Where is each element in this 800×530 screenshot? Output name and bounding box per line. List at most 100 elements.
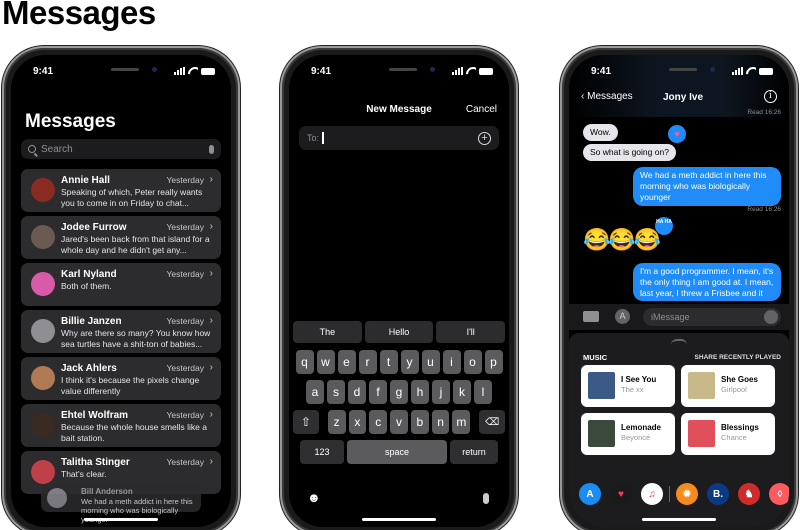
conversation-row[interactable]: Ehtel Wolfram Yesterday › Because the wh… xyxy=(21,404,221,447)
conversation-row[interactable]: Karl Nyland Yesterday › Both of them. xyxy=(21,263,221,306)
outgoing-message: I'm a good programmer. I mean, it's the … xyxy=(633,263,781,301)
numbers-key[interactable]: 123 xyxy=(300,440,344,464)
key-o[interactable]: o xyxy=(463,350,482,374)
phone-conversation: 9:41 ‹ Messages Jony Ive i Read 16:26 Wo… xyxy=(560,46,798,530)
conversation-row[interactable]: Jodee Furrow Yesterday › Jared's been ba… xyxy=(21,216,221,259)
key-t[interactable]: t xyxy=(379,350,398,374)
album-art xyxy=(588,420,615,447)
status-time: 9:41 xyxy=(33,66,54,77)
key-row-1: qwertyuiop xyxy=(293,350,505,374)
music-app-icon[interactable]: ♫ xyxy=(641,483,663,505)
key-i[interactable]: i xyxy=(442,350,461,374)
to-label: To: xyxy=(307,133,320,143)
song-title: She Goes xyxy=(721,375,758,384)
home-indicator[interactable] xyxy=(84,518,158,521)
cancel-button[interactable]: Cancel xyxy=(466,104,497,115)
camera-icon[interactable] xyxy=(583,311,599,322)
key-b[interactable]: b xyxy=(410,410,429,434)
info-icon[interactable]: i xyxy=(764,90,777,103)
key-e[interactable]: e xyxy=(337,350,356,374)
shift-key[interactable]: ⇧ xyxy=(293,410,319,434)
key-h[interactable]: h xyxy=(411,380,429,404)
song-card[interactable]: Lemonade Beyoncé xyxy=(581,413,675,455)
conversation-row[interactable]: Annie Hall Yesterday › Speaking of which… xyxy=(21,169,221,212)
status-time: 9:41 xyxy=(591,66,612,77)
conversation-row[interactable]: Jack Ahlers Yesterday › I think it's bec… xyxy=(21,357,221,400)
film-app-icon[interactable]: ✹ xyxy=(676,483,698,505)
key-j[interactable]: j xyxy=(432,380,450,404)
key-k[interactable]: k xyxy=(453,380,471,404)
key-m[interactable]: m xyxy=(452,410,471,434)
signal-icon xyxy=(732,67,743,75)
chevron-right-icon: › xyxy=(209,315,213,326)
microphone-icon[interactable] xyxy=(209,144,214,154)
app-drawer-bar: A ♥ ♫ ✹ B. ♞ ◊ xyxy=(579,483,789,505)
key-q[interactable]: q xyxy=(295,350,314,374)
suggestion[interactable]: The xyxy=(293,321,362,343)
key-a[interactable]: a xyxy=(306,380,324,404)
key-l[interactable]: l xyxy=(474,380,492,404)
key-g[interactable]: g xyxy=(390,380,408,404)
app-store-icon[interactable]: A xyxy=(579,483,601,505)
song-card[interactable]: I See You The xx xyxy=(581,365,675,407)
key-r[interactable]: r xyxy=(358,350,377,374)
key-v[interactable]: v xyxy=(390,410,408,434)
suggestion[interactable]: I'll xyxy=(436,321,506,343)
key-p[interactable]: p xyxy=(484,350,503,374)
song-artist: The xx xyxy=(621,385,644,394)
status-time: 9:41 xyxy=(311,66,332,77)
song-card[interactable]: She Goes Girlpool xyxy=(681,365,775,407)
heart-app-icon[interactable]: ♥ xyxy=(610,483,632,505)
to-recipient-field[interactable]: To: + xyxy=(299,126,499,150)
imessage-input[interactable]: iMessage xyxy=(643,308,781,326)
search-input[interactable]: Search xyxy=(21,139,221,159)
booking-app-icon[interactable]: B. xyxy=(707,483,729,505)
signal-icon xyxy=(452,67,463,75)
chevron-up-icon[interactable] xyxy=(671,339,687,345)
key-y[interactable]: y xyxy=(400,350,419,374)
emoji-icon[interactable]: ☻ xyxy=(307,490,321,505)
avatar xyxy=(31,460,55,484)
timestamp: Yesterday xyxy=(166,363,205,373)
heart-tapback-icon: ♥ xyxy=(668,125,686,143)
song-card[interactable]: Blessings Chance xyxy=(681,413,775,455)
key-z[interactable]: z xyxy=(327,410,346,434)
red-app-icon[interactable]: ♞ xyxy=(738,483,760,505)
add-contact-icon[interactable]: + xyxy=(478,131,491,145)
dictation-icon[interactable] xyxy=(483,493,489,504)
apple-music-label: MUSIC xyxy=(583,353,608,362)
screen: 9:41 Messages Search Annie Hall Yesterda… xyxy=(11,55,231,527)
key-x[interactable]: x xyxy=(348,410,367,434)
key-s[interactable]: s xyxy=(327,380,345,404)
conversation-row[interactable]: Billie Janzen Yesterday › Why are there … xyxy=(21,310,221,353)
speaker xyxy=(389,68,417,71)
music-app-drawer: MUSIC SHARE RECENTLY PLAYED I See You Th… xyxy=(569,333,789,527)
timestamp: Yesterday xyxy=(166,175,205,185)
airbnb-app-icon[interactable]: ◊ xyxy=(769,483,789,505)
avatar xyxy=(31,366,55,390)
key-c[interactable]: c xyxy=(369,410,388,434)
return-key[interactable]: return xyxy=(450,440,498,464)
key-row-2: asdfghjkl xyxy=(293,380,505,404)
album-art xyxy=(588,372,615,399)
home-indicator[interactable] xyxy=(642,518,716,521)
app-store-icon[interactable]: A xyxy=(615,309,630,324)
key-n[interactable]: n xyxy=(431,410,450,434)
timestamp: Yesterday xyxy=(166,410,205,420)
contact-name[interactable]: Jony Ive xyxy=(569,92,789,103)
timestamp: Yesterday xyxy=(166,457,205,467)
dragged-conversation-row[interactable]: Bill Anderson We had a meth addict in he… xyxy=(41,484,201,524)
suggestion[interactable]: Hello xyxy=(364,321,434,343)
key-w[interactable]: w xyxy=(316,350,335,374)
key-u[interactable]: u xyxy=(421,350,440,374)
space-key[interactable]: space xyxy=(347,440,447,464)
home-indicator[interactable] xyxy=(362,518,436,521)
key-d[interactable]: d xyxy=(348,380,366,404)
microphone-icon[interactable] xyxy=(764,310,778,324)
text-caret xyxy=(322,132,324,144)
delete-key[interactable]: ⌫ xyxy=(479,410,505,434)
key-f[interactable]: f xyxy=(369,380,387,404)
page-title: Messages xyxy=(2,0,156,31)
album-art xyxy=(688,420,715,447)
chevron-right-icon: › xyxy=(209,221,213,232)
